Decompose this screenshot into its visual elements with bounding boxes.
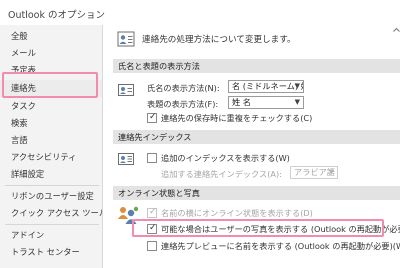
chevron-down-icon: ▼ <box>328 168 334 176</box>
preview-name-label[interactable]: 連絡先プレビューに名前を表示する (Outlook の再起動が必要)(W) <box>161 240 400 252</box>
section-index: 連絡先インデックス <box>113 130 400 144</box>
contact-index-icon <box>118 153 134 165</box>
index-language-label: 追加する連絡先インデックス(A): <box>161 169 282 179</box>
file-as-select[interactable]: 姓 名 ▼ <box>228 96 304 109</box>
index-language-select[interactable]: アラビア語 ▼ <box>290 166 338 179</box>
contact-card-icon <box>117 31 135 47</box>
chevron-down-icon: ▼ <box>294 82 300 90</box>
file-as-label: 表題の表示方法(F): <box>147 99 219 109</box>
sidebar-divider <box>5 224 99 225</box>
display-name-label: 氏名の表示方法(N): <box>147 83 220 93</box>
duplicate-check-label[interactable]: 連絡先の保存時に重複をチェックする(C) <box>161 112 312 124</box>
sidebar-divider <box>5 185 99 186</box>
sidebar-item-mail[interactable]: メール <box>0 45 102 62</box>
title-bar: Outlook のオプション <box>0 0 400 25</box>
section-names: 氏名と表題の表示方法 <box>113 59 400 73</box>
scroll-up-icon[interactable] <box>393 26 400 34</box>
online-status-label[interactable]: 名前の横にオンライン状態を表示する(D) <box>161 207 313 219</box>
checkmark-icon: ✓ <box>149 207 157 217</box>
preview-name-checkbox[interactable] <box>147 241 157 251</box>
sidebar-item-search[interactable]: 検索 <box>0 115 102 132</box>
checkmark-icon: ✓ <box>149 112 157 122</box>
additional-index-label[interactable]: 追加のインデックスを表示する(W) <box>161 152 290 164</box>
display-name-select[interactable]: 名 (ミドルネーム) 姓 ▼ <box>228 80 304 93</box>
highlight-show-photo <box>132 219 384 237</box>
sidebar-item-language[interactable]: 言語 <box>0 132 102 149</box>
sidebar-item-accessibility[interactable]: アクセシビリティ <box>0 149 102 166</box>
sidebar-item-advanced[interactable]: 詳細設定 <box>0 166 102 183</box>
options-sidebar: 全般 メール 予定表 連絡先 タスク 検索 言語 アクセシビリティ 詳細設定 リ… <box>0 25 103 268</box>
section-online-status: オンライン状態と写真 <box>113 186 400 200</box>
sidebar-item-quick-access-toolbar[interactable]: クイック アクセス ツール バー <box>0 205 102 222</box>
sidebar-item-trust-center[interactable]: トラスト センター <box>0 244 102 261</box>
window-title: Outlook のオプション <box>8 10 106 21</box>
highlight-contacts <box>2 72 98 98</box>
file-as-value: 姓 名 <box>232 97 251 107</box>
sidebar-item-customize-ribbon[interactable]: リボンのユーザー設定 <box>0 188 102 205</box>
chevron-down-icon: ▼ <box>294 98 300 106</box>
display-name-value: 名 (ミドルネーム) 姓 <box>232 81 304 91</box>
duplicate-check-checkbox[interactable]: ✓ <box>147 112 157 123</box>
online-status-checkbox[interactable]: ✓ <box>147 207 157 218</box>
address-card-icon <box>118 84 134 96</box>
additional-index-checkbox[interactable] <box>147 153 157 163</box>
sidebar-item-general[interactable]: 全般 <box>0 28 102 45</box>
sidebar-item-tasks[interactable]: タスク <box>0 98 102 115</box>
header-description: 連絡先の処理方法について変更します。 <box>142 35 296 45</box>
sidebar-item-add-ins[interactable]: アドイン <box>0 227 102 244</box>
